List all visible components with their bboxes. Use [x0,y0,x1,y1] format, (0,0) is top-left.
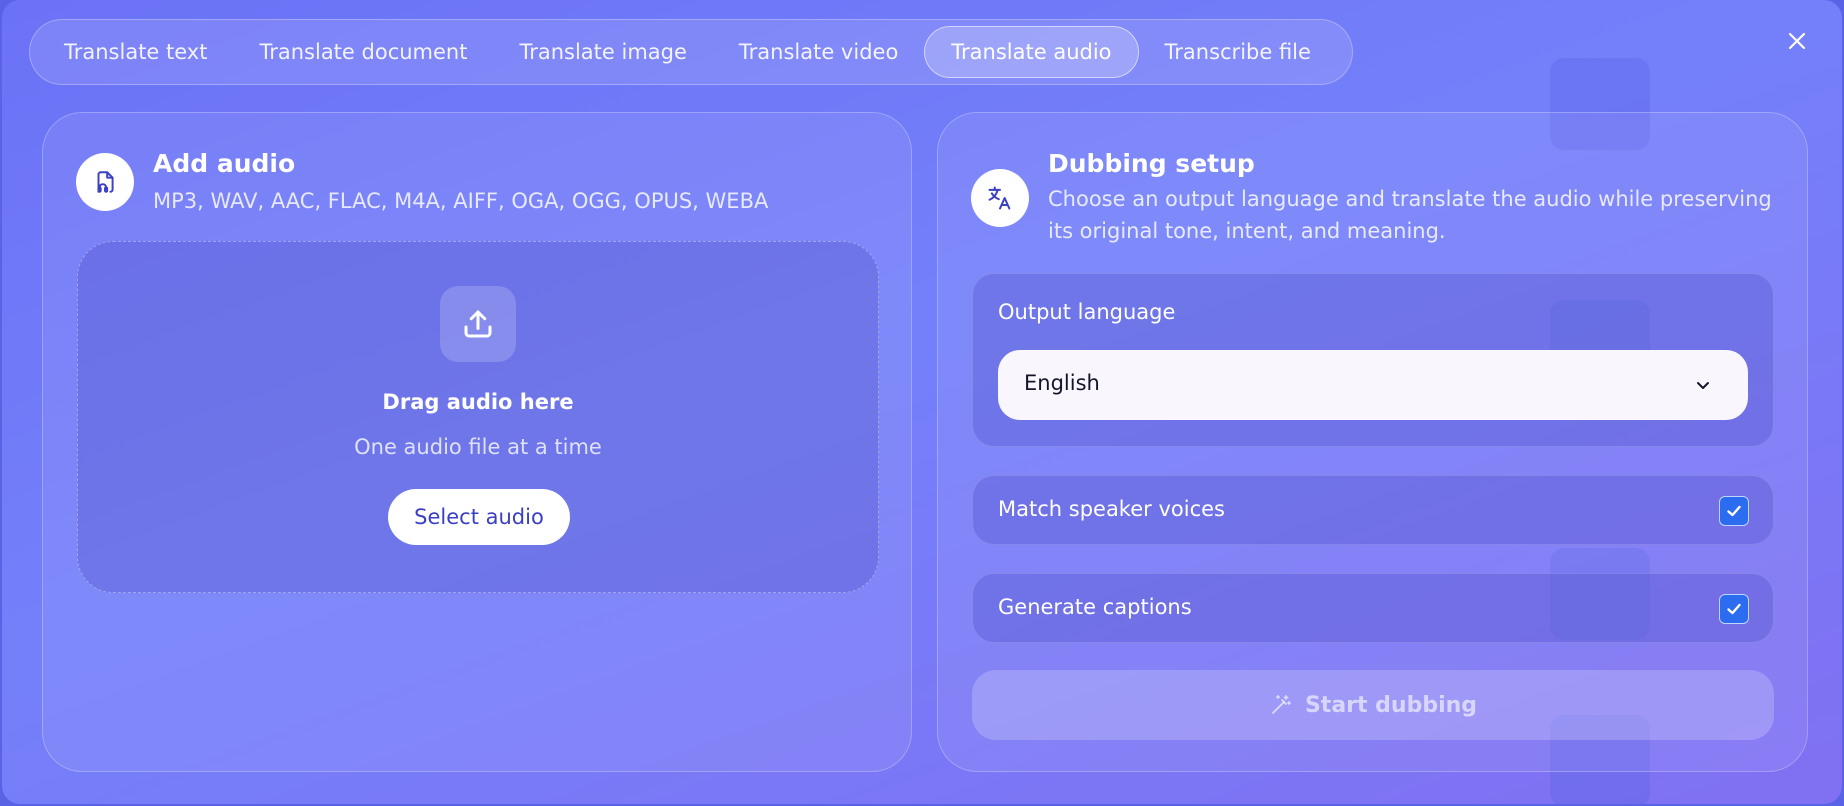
supported-formats: MP3, WAV, AAC, FLAC, M4A, AIFF, OGA, OGG… [153,189,769,213]
output-language-select[interactable]: English [998,350,1748,420]
generate-captions-checkbox[interactable] [1719,594,1749,624]
start-dubbing-button[interactable]: Start dubbing [972,670,1774,740]
audio-dropzone[interactable]: Drag audio here One audio file at a time… [77,241,879,593]
dubbing-description: Choose an output language and translate … [1048,187,1772,243]
add-audio-title: Add audio [153,149,296,178]
output-language-value: English [1024,371,1100,395]
dropzone-subtitle: One audio file at a time [354,435,602,459]
chevron-down-icon [1697,382,1709,389]
output-language-label: Output language [998,300,1176,324]
magic-wand-icon [1272,695,1291,714]
tab-bar: Translate text Translate document Transl… [29,19,1353,85]
dubbing-setup-title: Dubbing setup [1048,149,1255,178]
translate-modal: Translate text Translate document Transl… [2,0,1842,804]
tab-translate-image[interactable]: Translate image [493,26,712,78]
upload-icon [464,310,492,338]
tab-translate-audio[interactable]: Translate audio [924,26,1139,78]
output-language-card: Output language English [972,273,1774,447]
translate-icon-badge [971,169,1029,227]
tab-transcribe-file[interactable]: Transcribe file [1139,26,1337,78]
add-audio-panel: Add audio MP3, WAV, AAC, FLAC, M4A, AIFF… [42,112,912,772]
audio-file-icon [97,171,114,193]
generate-captions-label: Generate captions [998,595,1192,619]
select-audio-button[interactable]: Select audio [388,489,570,545]
dubbing-setup-panel: Dubbing setup Choose an output language … [937,112,1808,772]
close-button[interactable] [1782,26,1812,56]
audio-file-icon-badge [76,153,134,211]
generate-captions-row[interactable]: Generate captions [972,573,1774,643]
tab-translate-video[interactable]: Translate video [713,26,924,78]
close-icon [1788,32,1806,50]
checkmark-icon [1727,505,1741,517]
start-dubbing-label: Start dubbing [1304,692,1478,718]
dropzone-title: Drag audio here [382,390,574,414]
match-speaker-voices-label: Match speaker voices [998,497,1225,521]
tab-translate-text[interactable]: Translate text [38,26,233,78]
match-speaker-voices-row[interactable]: Match speaker voices [972,475,1774,545]
translate-icon [988,186,1011,210]
upload-icon-box [440,286,516,362]
checkmark-icon [1727,603,1741,615]
tab-translate-document[interactable]: Translate document [233,26,493,78]
match-speaker-voices-checkbox[interactable] [1719,496,1749,526]
